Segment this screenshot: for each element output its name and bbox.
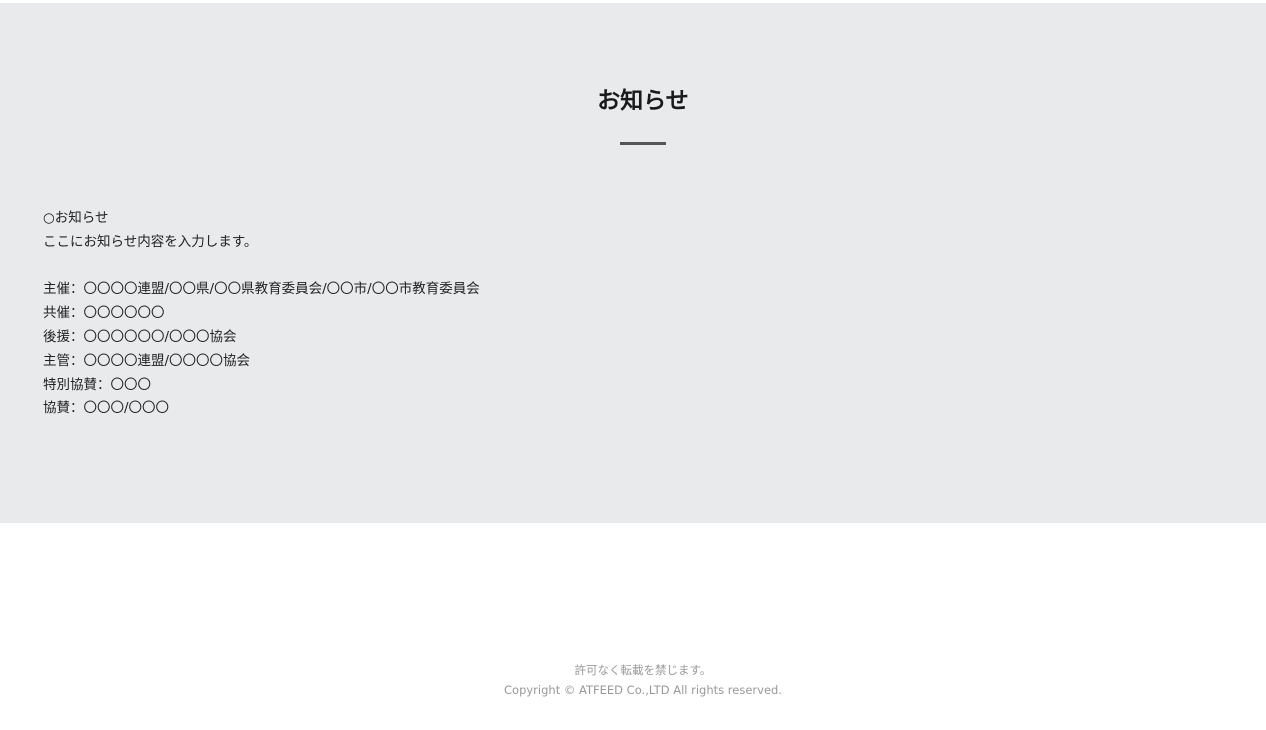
notice-title: お知らせ — [597, 88, 689, 114]
notice-section: お知らせ ○お知らせ ここにお知らせ内容を入力します。 主催：〇〇〇〇連盟/〇〇… — [0, 3, 1266, 523]
sponsor-line: 協賛：〇〇〇/〇〇〇 — [43, 400, 170, 417]
title-divider — [620, 142, 666, 145]
supporter-line: 後援：〇〇〇〇〇〇/〇〇〇協会 — [43, 328, 237, 345]
copyright-text: Copyright © ATFEED Co.,LTD All rights re… — [504, 683, 782, 697]
administrator-line: 主管：〇〇〇〇連盟/〇〇〇〇協会 — [43, 352, 251, 369]
notice-heading-line: ○お知らせ — [43, 210, 109, 226]
co-organizer-line: 共催：〇〇〇〇〇〇 — [43, 305, 165, 322]
footer: 許可なく転載を禁じます。 Copyright © ATFEED Co.,LTD … — [0, 660, 1266, 700]
notice-content-line: ここにお知らせ内容を入力します。 — [43, 233, 258, 250]
notice-body: ○お知らせ ここにお知らせ内容を入力します。 主催：〇〇〇〇連盟/〇〇県/〇〇県… — [43, 207, 480, 421]
organizer-line: 主催：〇〇〇〇連盟/〇〇県/〇〇県教育委員会/〇〇市/〇〇市教育委員会 — [43, 281, 480, 298]
notice-blank-line — [43, 255, 480, 279]
reprint-notice: 許可なく転載を禁じます。 — [574, 663, 712, 677]
special-sponsor-line: 特別協賛：〇〇〇 — [43, 376, 151, 393]
